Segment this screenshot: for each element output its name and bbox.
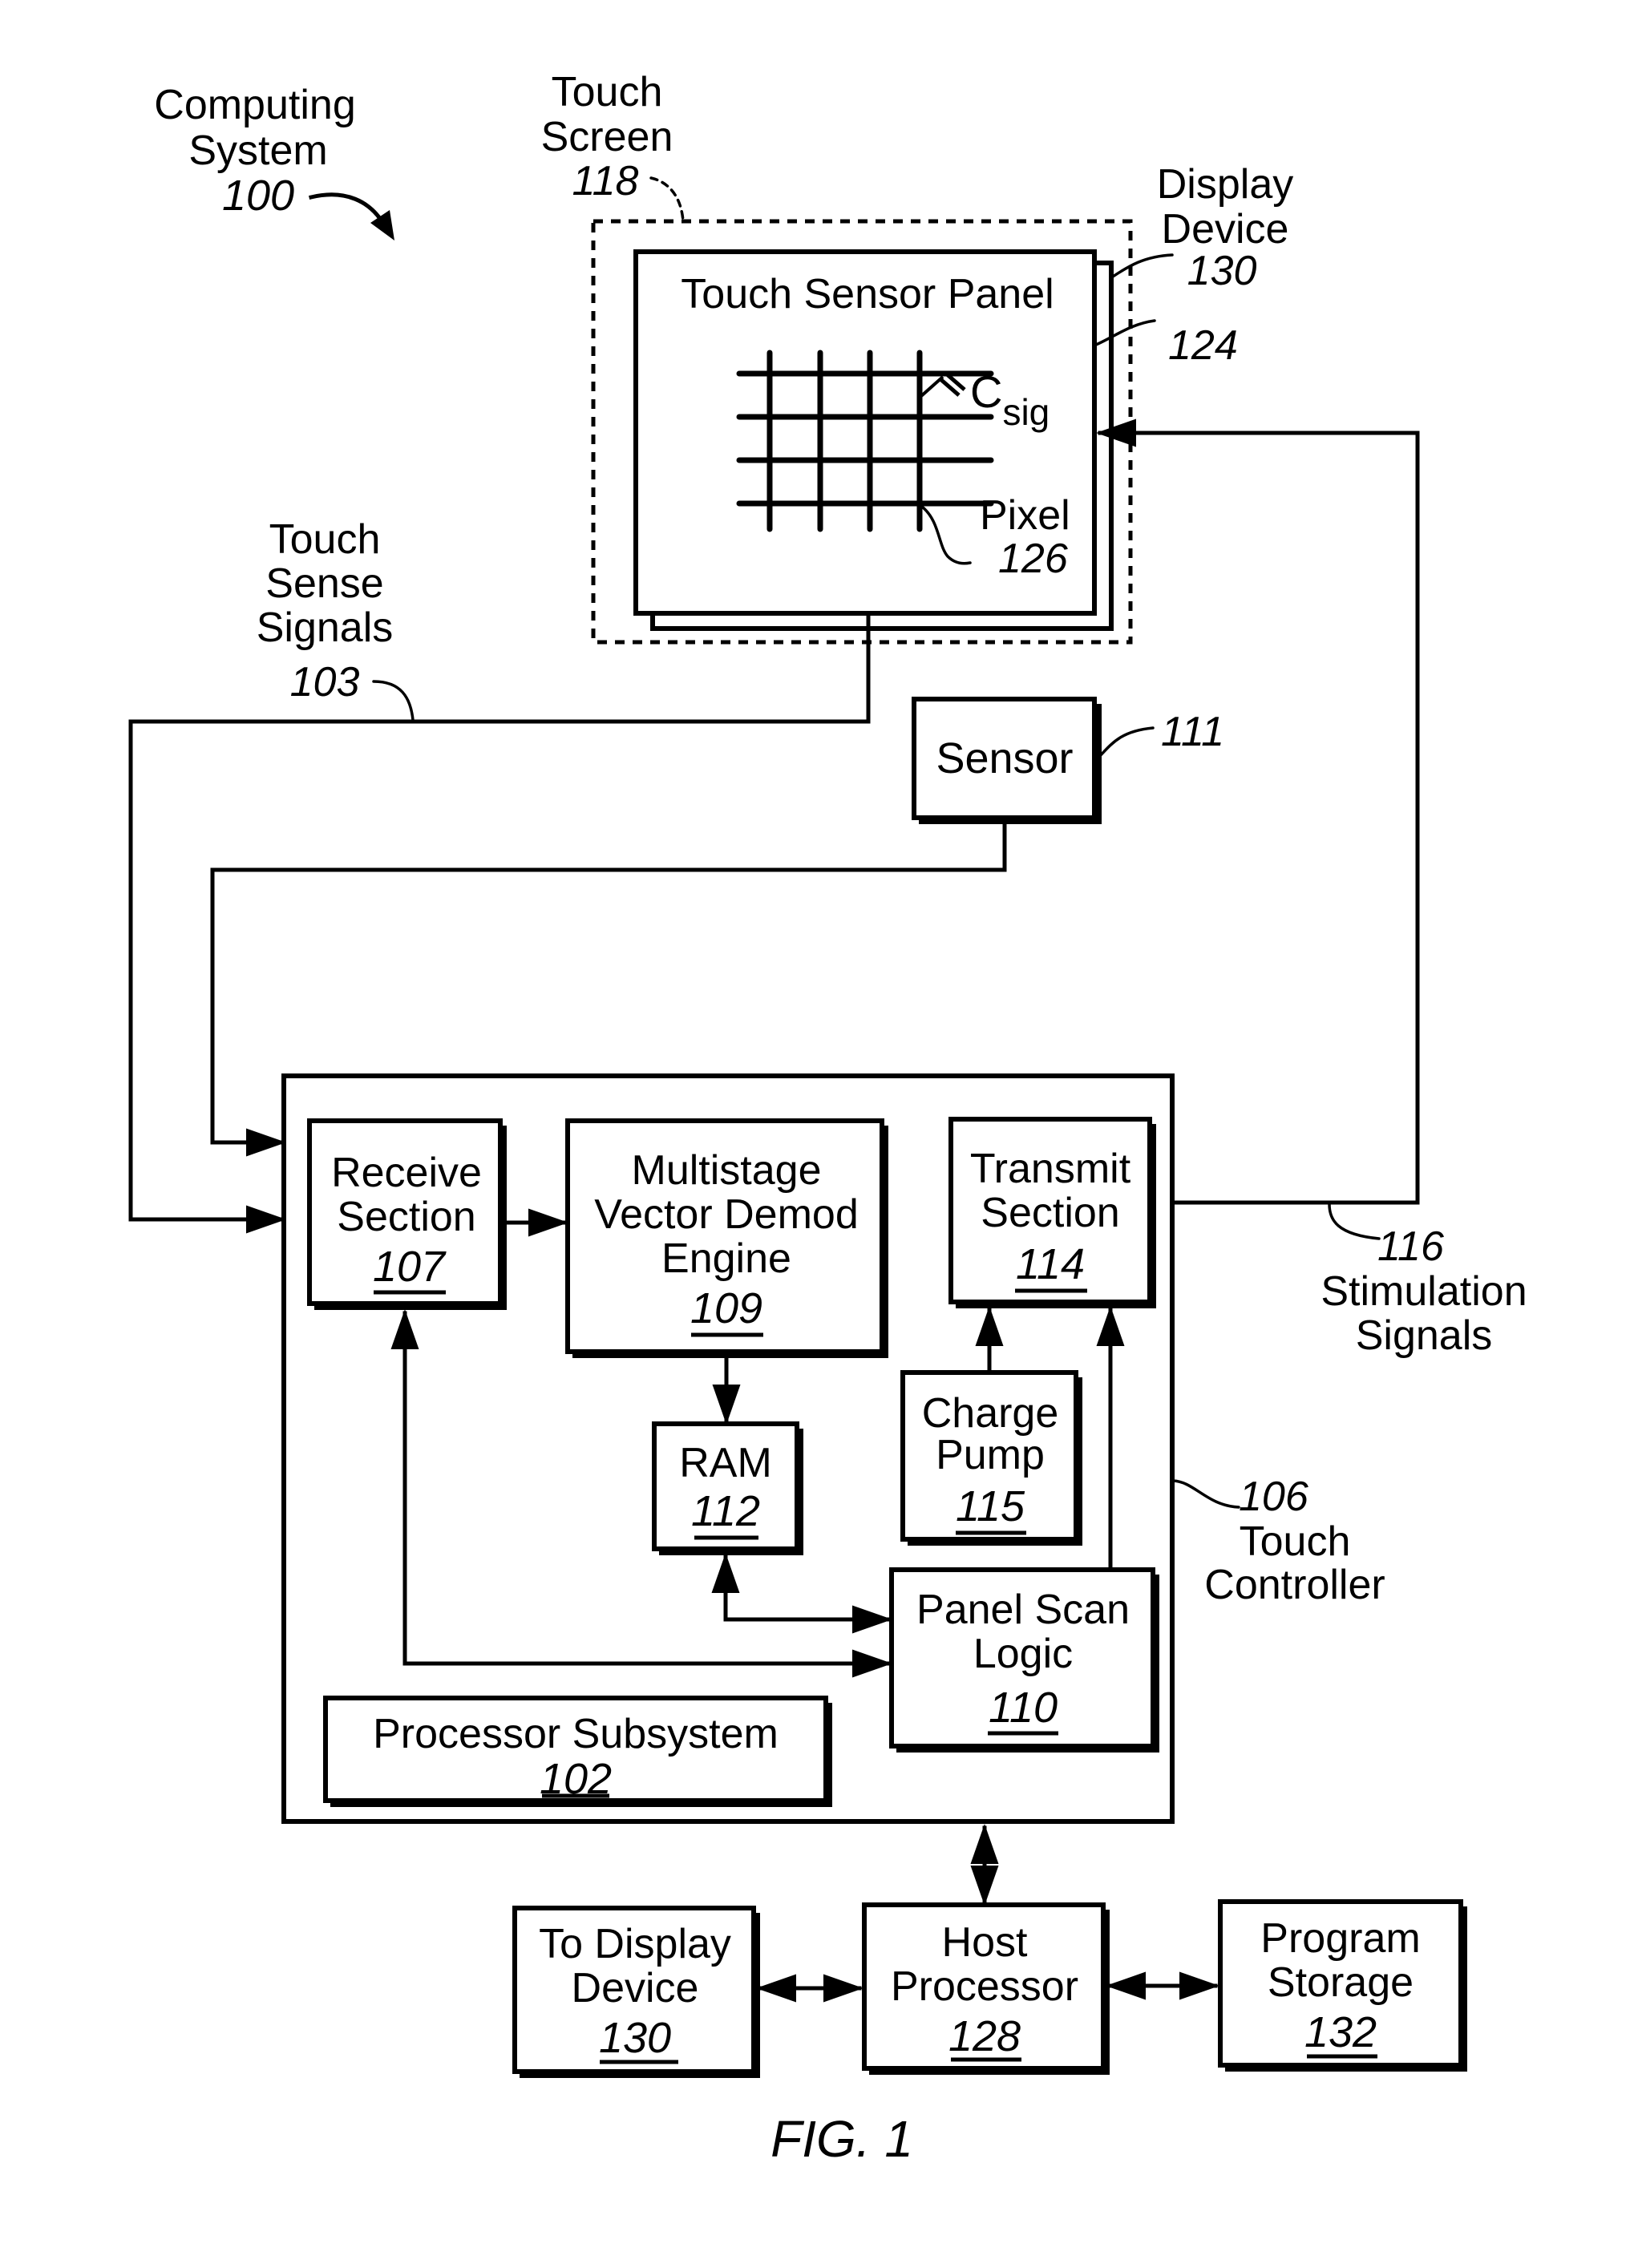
display-device-leader — [1105, 253, 1174, 282]
program-storage-label-line-1: Program — [1260, 1915, 1420, 1962]
receive-label-line-2: Section — [337, 1194, 475, 1240]
touch-controller-leader — [1171, 1479, 1240, 1509]
sensor-label: Sensor — [936, 734, 1073, 782]
receive-ref: 107 — [373, 1243, 447, 1291]
program-storage-label-line-2: Storage — [1268, 1959, 1414, 2006]
system-label-line-1: Computing — [154, 82, 355, 128]
host-processor-label-line-2: Processor — [891, 1963, 1078, 2010]
to-display-device-block: To Display Device 130 — [512, 1906, 760, 2078]
system-label-line-2: System — [188, 127, 327, 174]
transmit-label-line-1: Transmit — [970, 1146, 1131, 1192]
to-display-ref: 130 — [599, 2014, 671, 2062]
to-display-label-line-2: Device — [572, 1965, 699, 2011]
touch-sense-ref: 103 — [290, 659, 360, 705]
demod-label-line-3: Engine — [661, 1235, 791, 1282]
stimulation-signals-label: 116 Stimulation Signals — [1321, 1203, 1527, 1359]
system-arrowhead-icon — [370, 210, 394, 241]
touch-controller-ref: 106 — [1239, 1474, 1308, 1520]
touch-sense-leader — [372, 680, 415, 722]
system-ref: 100 — [222, 172, 294, 220]
charge-pump-label-line-2: Pump — [936, 1432, 1045, 1478]
charge-pump-ref: 115 — [956, 1482, 1025, 1530]
sensor-leader — [1094, 726, 1155, 762]
program-storage-ref: 132 — [1304, 2008, 1377, 2056]
processor-subsystem-block: Processor Subsystem 102 — [323, 1696, 832, 1807]
receive-section-block: Receive Section 107 — [307, 1118, 507, 1310]
pixel-label: Pixel — [980, 492, 1070, 539]
transmit-label-line-2: Section — [981, 1190, 1119, 1236]
touch-screen-label-line-2: Screen — [541, 114, 673, 160]
transmit-section-block: Transmit Section 114 — [948, 1117, 1156, 1308]
touch-controller-label-line-2: Controller — [1204, 1562, 1385, 1608]
to-display-label-line-1: To Display — [539, 1921, 731, 1967]
charge-pump-label-line-1: Charge — [922, 1390, 1059, 1437]
host-processor-label-line-1: Host — [942, 1919, 1028, 1966]
pixel-ref: 126 — [998, 536, 1068, 582]
touch-sense-label-line-1: Touch — [269, 516, 381, 563]
ram-ref: 112 — [691, 1487, 760, 1535]
display-device-label-line-1: Display — [1157, 161, 1294, 208]
stimulation-label-line-1: Stimulation — [1321, 1268, 1527, 1315]
stimulation-ref: 116 — [1377, 1223, 1444, 1270]
touch-sensor-panel-title: Touch Sensor Panel — [681, 271, 1054, 317]
receive-label-line-1: Receive — [331, 1150, 482, 1196]
touch-sense-label-line-2: Sense — [265, 560, 383, 607]
block-diagram: Computing System 100 Touch Screen 118 Di… — [128, 69, 1527, 2168]
computing-system-label: Computing System 100 — [154, 82, 394, 241]
touch-controller-label: 106 Touch Controller — [1171, 1474, 1385, 1608]
panel-scan-label-line-1: Panel Scan — [916, 1587, 1130, 1633]
display-device-ref: 130 — [1187, 248, 1257, 294]
ram-block: RAM 112 — [652, 1421, 803, 1555]
demod-engine-block: Multistage Vector Demod Engine 109 — [565, 1118, 888, 1358]
demod-ref: 109 — [690, 1284, 762, 1332]
stimulation-leader — [1328, 1203, 1381, 1240]
display-device-callout: Display Device 130 — [1105, 161, 1294, 294]
panel-scan-label-line-2: Logic — [973, 1631, 1073, 1677]
touch-sensor-panel-ref: 124 — [1168, 322, 1238, 369]
touch-sense-signals-label: Touch Sense Signals 103 — [257, 516, 415, 722]
ram-label: RAM — [679, 1440, 772, 1486]
processor-subsystem-label: Processor Subsystem — [373, 1711, 779, 1757]
display-device-label-line-2: Device — [1162, 206, 1289, 253]
sensor-block: Sensor 111 — [912, 697, 1224, 824]
sensor-ref: 111 — [1161, 709, 1224, 755]
touch-screen-leader — [649, 176, 685, 223]
touch-screen-ref: 118 — [572, 158, 639, 204]
touch-sense-label-line-3: Signals — [257, 604, 394, 651]
stimulation-label-line-2: Signals — [1356, 1312, 1493, 1359]
demod-label-line-1: Multistage — [632, 1147, 822, 1194]
host-processor-block: Host Processor 128 — [862, 1902, 1110, 2075]
figure-caption: FIG. 1 — [770, 2110, 913, 2168]
panel-scan-logic-block: Panel Scan Logic 110 — [889, 1567, 1159, 1753]
program-storage-block: Program Storage 132 — [1218, 1899, 1467, 2072]
touch-sensor-panel: Touch Sensor Panel Csig Pixel 126 — [633, 249, 1097, 616]
charge-pump-block: Charge Pump 115 — [900, 1370, 1082, 1546]
host-processor-ref: 128 — [948, 2012, 1021, 2060]
transmit-ref: 114 — [1016, 1240, 1085, 1288]
touch-screen-label-line-1: Touch — [552, 69, 663, 115]
panel-scan-ref: 110 — [989, 1684, 1058, 1732]
demod-label-line-2: Vector Demod — [594, 1191, 859, 1238]
touch-controller-label-line-1: Touch — [1240, 1518, 1351, 1565]
